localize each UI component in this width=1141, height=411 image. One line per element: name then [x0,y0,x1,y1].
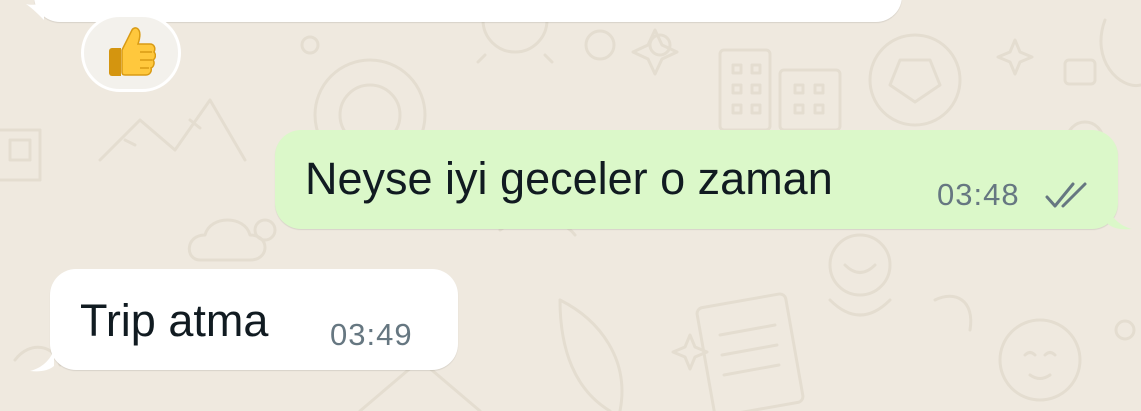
previous-message-bubble[interactable] [34,0,902,22]
previous-message-tail [26,0,44,20]
incoming-message-time: 03:49 [330,317,413,352]
message-reaction[interactable] [81,14,181,92]
outgoing-message-text: Neyse iyi geceler o zaman [305,153,833,204]
incoming-message-text: Trip atma [80,295,269,346]
outgoing-message-bubble[interactable]: Neyse iyi geceler o zaman 03:48 [275,130,1118,229]
double-check-icon [1045,182,1087,208]
incoming-message-bubble[interactable]: Trip atma 03:49 [50,269,458,370]
outgoing-message-tail [1108,208,1132,230]
thumbs-up-icon [109,27,156,76]
outgoing-message-time: 03:48 [937,177,1020,212]
incoming-message-tail [30,350,54,372]
